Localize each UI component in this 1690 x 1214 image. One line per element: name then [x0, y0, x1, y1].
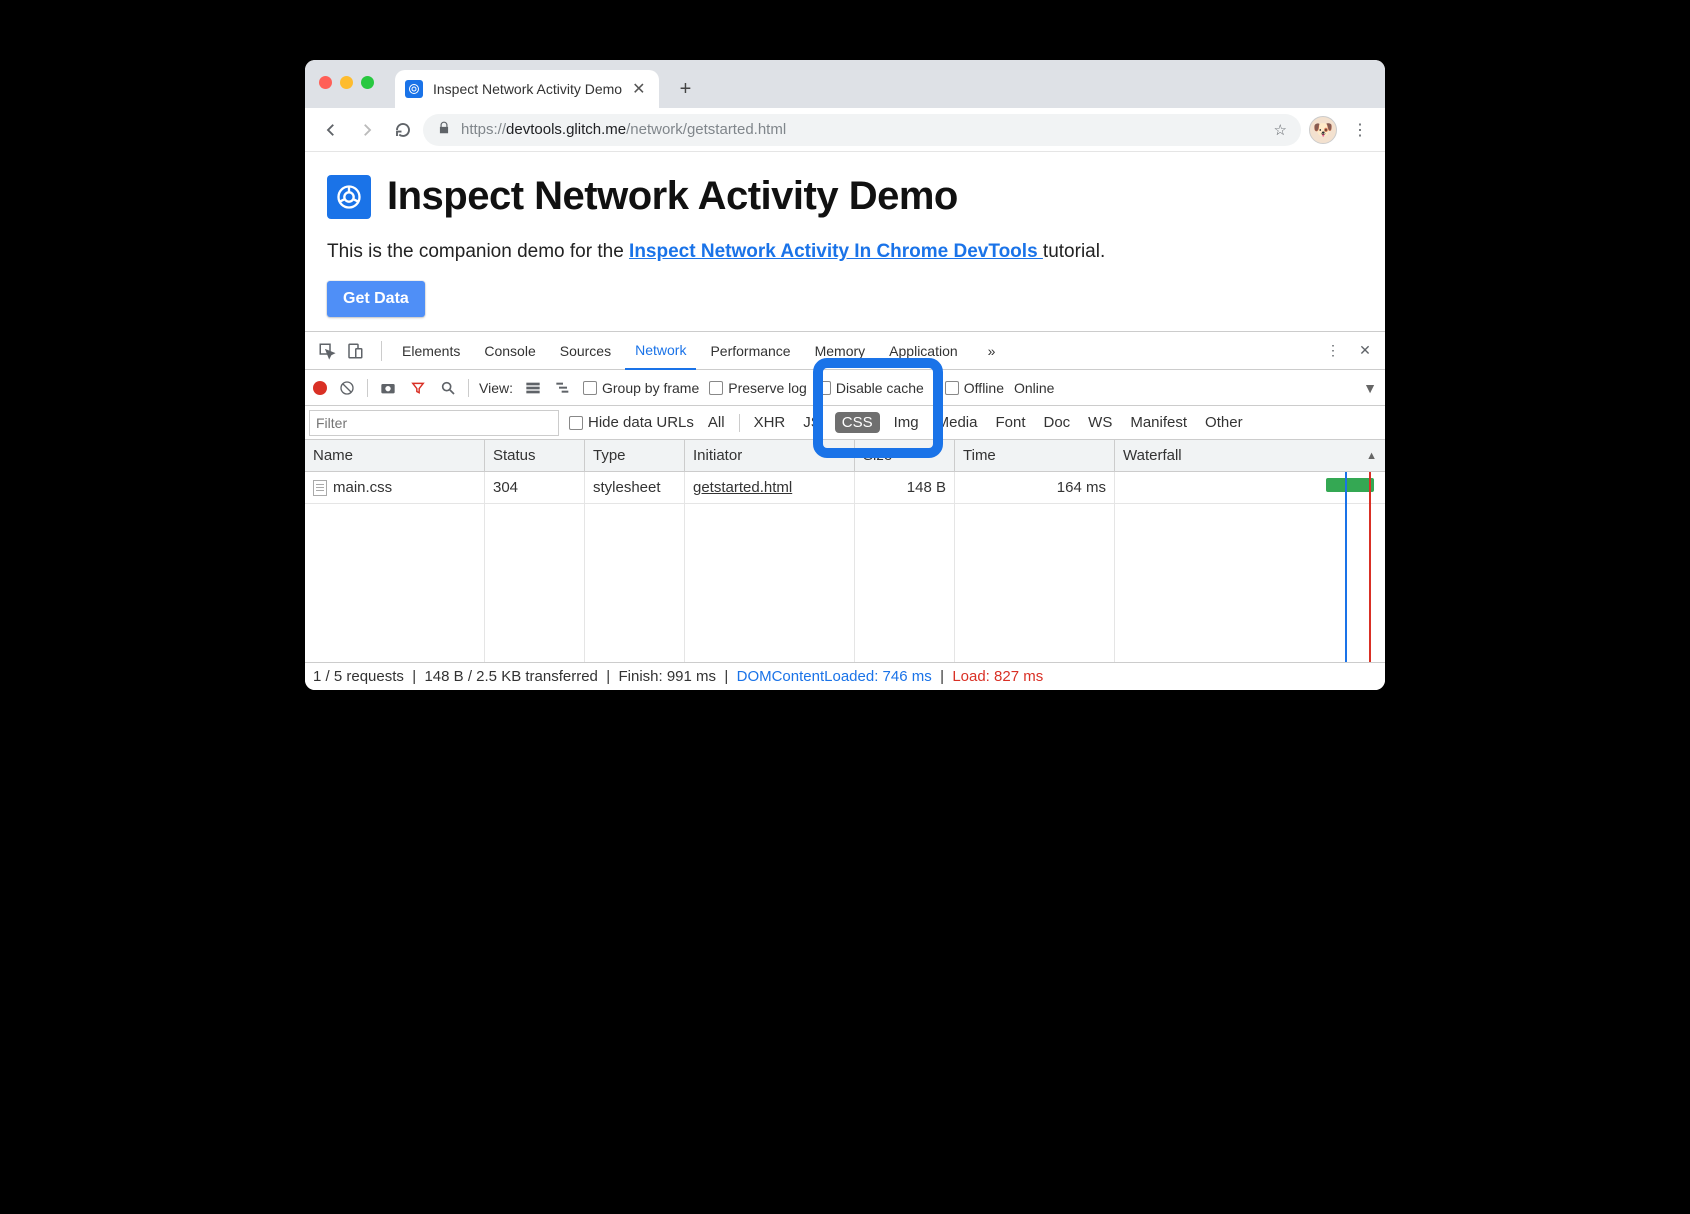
cell-size: 148 B	[855, 472, 955, 503]
minimize-window-button[interactable]	[340, 76, 353, 89]
network-filter-row: Hide data URLs All XHR JS CSS Img Media …	[305, 406, 1385, 440]
cell-type: stylesheet	[585, 472, 685, 503]
tab-network[interactable]: Network	[625, 332, 696, 370]
page-logo-icon	[327, 175, 371, 219]
tutorial-link[interactable]: Inspect Network Activity In Chrome DevTo…	[629, 241, 1043, 262]
maximize-window-button[interactable]	[361, 76, 374, 89]
capture-screenshots-icon[interactable]	[378, 378, 398, 398]
tabs-overflow-button[interactable]: »	[978, 332, 1006, 370]
page-content: Inspect Network Activity Demo This is th…	[305, 152, 1385, 331]
cell-initiator[interactable]: getstarted.html	[685, 472, 855, 503]
throttling-select[interactable]: Online	[1014, 380, 1054, 396]
large-rows-icon[interactable]	[523, 378, 543, 398]
cell-waterfall	[1115, 472, 1385, 503]
cell-status: 304	[485, 472, 585, 503]
col-waterfall[interactable]: Waterfall▲	[1115, 440, 1385, 471]
close-window-button[interactable]	[319, 76, 332, 89]
tab-console[interactable]: Console	[474, 332, 545, 370]
close-tab-button[interactable]: ✕	[632, 79, 645, 99]
filter-font[interactable]: Font	[991, 412, 1029, 433]
disable-cache-checkbox[interactable]: Disable cache	[817, 380, 924, 396]
filter-ws[interactable]: WS	[1084, 412, 1116, 433]
record-button[interactable]	[313, 381, 327, 395]
filter-doc[interactable]: Doc	[1039, 412, 1074, 433]
preserve-log-checkbox[interactable]: Preserve log	[709, 380, 807, 396]
search-icon[interactable]	[438, 378, 458, 398]
get-data-button[interactable]: Get Data	[327, 281, 425, 317]
filter-js[interactable]: JS	[799, 412, 825, 433]
cell-time: 164 ms	[955, 472, 1115, 503]
file-icon	[313, 480, 327, 496]
browser-window: Inspect Network Activity Demo ✕ + https:…	[305, 60, 1385, 690]
tab-performance[interactable]: Performance	[700, 332, 800, 370]
favicon-icon	[405, 80, 423, 98]
devtools-menu-button[interactable]: ⋮	[1319, 342, 1347, 359]
clear-icon[interactable]	[337, 378, 357, 398]
page-intro: This is the companion demo for the Inspe…	[327, 241, 1363, 263]
col-initiator[interactable]: Initiator	[685, 440, 855, 471]
device-toggle-icon[interactable]	[345, 341, 365, 361]
filter-all[interactable]: All	[704, 412, 729, 433]
devtools-panel: Elements Console Sources Network Perform…	[305, 331, 1385, 690]
tab-title: Inspect Network Activity Demo	[433, 81, 622, 97]
browser-tab[interactable]: Inspect Network Activity Demo ✕	[395, 70, 659, 108]
tab-sources[interactable]: Sources	[550, 332, 621, 370]
devtools-tab-bar: Elements Console Sources Network Perform…	[305, 332, 1385, 370]
forward-button[interactable]	[351, 114, 383, 146]
address-bar: https://devtools.glitch.me/network/getst…	[305, 108, 1385, 152]
filter-other[interactable]: Other	[1201, 412, 1247, 433]
filter-xhr[interactable]: XHR	[750, 412, 790, 433]
filter-img[interactable]: Img	[890, 412, 923, 433]
window-controls	[319, 76, 374, 89]
reload-button[interactable]	[387, 114, 419, 146]
filter-input[interactable]	[309, 410, 559, 436]
col-type[interactable]: Type	[585, 440, 685, 471]
cell-name: main.css	[305, 472, 485, 503]
inspect-element-icon[interactable]	[317, 341, 337, 361]
filter-icon[interactable]	[408, 378, 428, 398]
network-toolbar: View: Group by frame Preserve log Disabl…	[305, 370, 1385, 406]
network-table-body: main.css 304 stylesheet getstarted.html …	[305, 472, 1385, 662]
filter-media[interactable]: Media	[933, 412, 982, 433]
toolbar-dropdown-icon[interactable]: ▼	[1363, 380, 1377, 396]
lock-icon	[437, 121, 451, 139]
bookmark-icon[interactable]: ☆	[1274, 121, 1287, 139]
group-by-frame-checkbox[interactable]: Group by frame	[583, 380, 699, 396]
tab-elements[interactable]: Elements	[392, 332, 470, 370]
network-table-header: Name Status Type Initiator Size Time Wat…	[305, 440, 1385, 472]
waterfall-overview-icon[interactable]	[553, 378, 573, 398]
new-tab-button[interactable]: +	[671, 75, 699, 103]
browser-menu-button[interactable]: ⋮	[1345, 120, 1375, 140]
url-field[interactable]: https://devtools.glitch.me/network/getst…	[423, 114, 1301, 146]
offline-checkbox[interactable]: Offline	[945, 380, 1004, 396]
profile-avatar[interactable]: 🐶	[1309, 116, 1337, 144]
tab-application[interactable]: Application	[879, 332, 968, 370]
network-status-bar: 1 / 5 requests | 148 B / 2.5 KB transfer…	[305, 662, 1385, 690]
tab-strip: Inspect Network Activity Demo ✕ +	[305, 60, 1385, 108]
tab-memory[interactable]: Memory	[805, 332, 876, 370]
back-button[interactable]	[315, 114, 347, 146]
filter-manifest[interactable]: Manifest	[1126, 412, 1191, 433]
url-text: https://devtools.glitch.me/network/getst…	[461, 121, 786, 138]
page-title: Inspect Network Activity Demo	[387, 174, 958, 219]
filter-css[interactable]: CSS	[835, 412, 880, 433]
table-row[interactable]: main.css 304 stylesheet getstarted.html …	[305, 472, 1385, 504]
hide-data-urls-checkbox[interactable]: Hide data URLs	[569, 414, 694, 431]
devtools-close-button[interactable]: ✕	[1351, 342, 1379, 359]
sort-indicator-icon: ▲	[1366, 450, 1377, 462]
col-size[interactable]: Size	[855, 440, 955, 471]
col-time[interactable]: Time	[955, 440, 1115, 471]
col-status[interactable]: Status	[485, 440, 585, 471]
view-label: View:	[479, 380, 513, 396]
col-name[interactable]: Name	[305, 440, 485, 471]
